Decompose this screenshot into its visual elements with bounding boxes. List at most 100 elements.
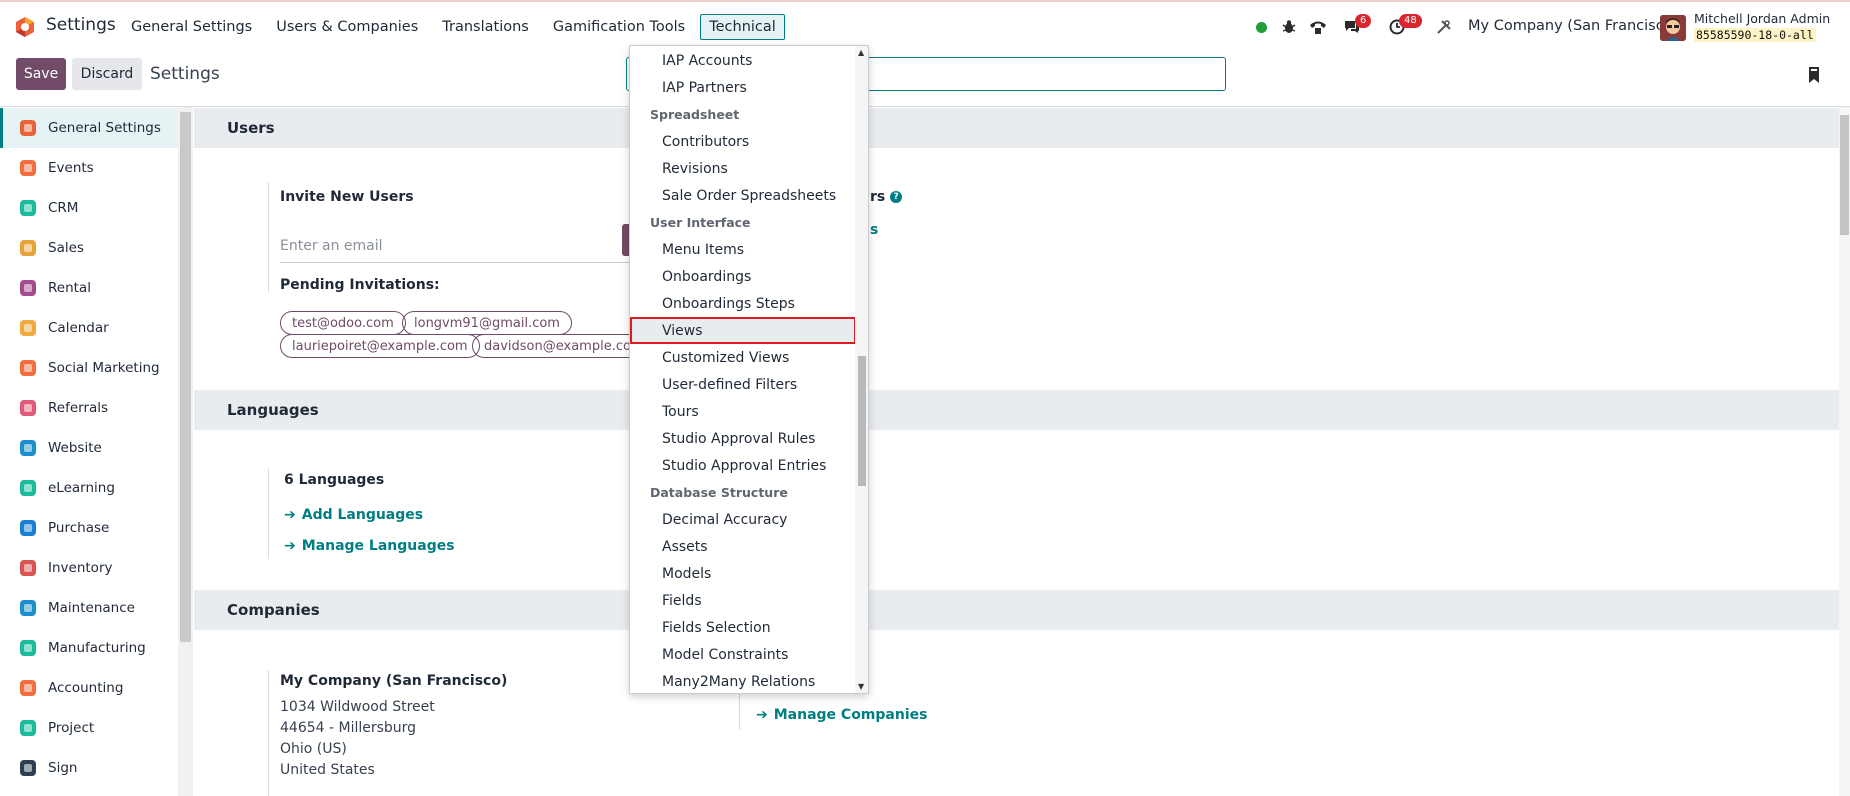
sidebar-item-calendar[interactable]: Calendar <box>0 308 180 348</box>
main-scrollbar-thumb[interactable] <box>1840 115 1849 235</box>
pending-invitations-label: Pending Invitations: <box>280 277 440 293</box>
sidebar-item-sign[interactable]: Sign <box>0 748 180 788</box>
manage-languages-link[interactable]: ➔ Manage Languages <box>284 538 455 554</box>
elearning-icon <box>18 478 38 498</box>
dropdown-item-model-constraints[interactable]: Model Constraints <box>630 641 856 668</box>
dropdown-item-iap-accounts[interactable]: IAP Accounts <box>630 47 856 74</box>
presence-status-icon[interactable] <box>1256 22 1267 33</box>
inventory-icon <box>18 558 38 578</box>
invitation-tag[interactable]: longvm91@gmail.com <box>402 311 572 335</box>
sidebar-item-sales[interactable]: Sales <box>0 228 180 268</box>
dropdown-item-tours[interactable]: Tours <box>630 398 856 425</box>
menu-general-settings[interactable]: General Settings <box>122 14 261 40</box>
dropdown-scrollbar-thumb[interactable] <box>858 356 866 486</box>
arrow-right-icon: ➔ <box>284 507 296 523</box>
help-icon[interactable]: ? <box>890 191 903 203</box>
dropdown-item-decimal-accuracy[interactable]: Decimal Accuracy <box>630 506 856 533</box>
section-header-companies: Companies <box>194 590 1839 630</box>
sidebar-item-general-settings[interactable]: General Settings <box>0 108 180 148</box>
sidebar-item-accounting[interactable]: Accounting <box>0 668 180 708</box>
sidebar-item-social-marketing[interactable]: Social Marketing <box>0 348 180 388</box>
dropdown-item-studio-approval-rules[interactable]: Studio Approval Rules <box>630 425 856 452</box>
dropdown-item-contributors[interactable]: Contributors <box>630 128 856 155</box>
dropdown-group-spreadsheet: Spreadsheet <box>650 107 740 122</box>
activity-badge: 48 <box>1399 14 1422 28</box>
sidebar-item-crm[interactable]: CRM <box>0 188 180 228</box>
menu-gamification-tools[interactable]: Gamification Tools <box>544 14 694 40</box>
dropdown-item-fields[interactable]: Fields <box>630 587 856 614</box>
dropdown-item-onboardings[interactable]: Onboardings <box>630 263 856 290</box>
sidebar-scrollbar-thumb[interactable] <box>180 112 191 642</box>
sidebar-item-project[interactable]: Project <box>0 708 180 748</box>
scroll-up-icon[interactable]: ▲ <box>858 48 864 57</box>
dropdown-item-studio-approval-entries[interactable]: Studio Approval Entries <box>630 452 856 479</box>
sidebar-item-maintenance[interactable]: Maintenance <box>0 588 180 628</box>
accounting-icon <box>18 678 38 698</box>
crm-icon <box>18 198 38 218</box>
sidebar-item-label: Calendar <box>48 320 109 336</box>
add-languages-label: Add Languages <box>301 507 424 523</box>
menu-technical[interactable]: Technical <box>700 14 785 40</box>
main-navbar: Settings General Settings Users & Compan… <box>0 2 1850 52</box>
company-switcher[interactable]: My Company (San Francisco) <box>1468 18 1678 34</box>
sidebar-item-elearning[interactable]: eLearning <box>0 468 180 508</box>
bug-icon[interactable] <box>1278 16 1300 38</box>
dropdown-item-menu-items[interactable]: Menu Items <box>630 236 856 263</box>
sidebar-item-label: Project <box>48 720 95 736</box>
sidebar-item-rental[interactable]: Rental <box>0 268 180 308</box>
menu-translations[interactable]: Translations <box>433 14 538 40</box>
sidebar-item-manufacturing[interactable]: Manufacturing <box>0 628 180 668</box>
page-title: Settings <box>150 64 220 84</box>
manage-languages-label: Manage Languages <box>301 538 455 554</box>
dropdown-item-assets[interactable]: Assets <box>630 533 856 560</box>
bookmark-icon[interactable] <box>1807 66 1821 84</box>
sidebar-item-label: Events <box>48 160 94 176</box>
settings-icon <box>18 118 38 138</box>
app-name[interactable]: Settings <box>46 15 116 35</box>
save-button[interactable]: Save <box>16 58 66 90</box>
sidebar-item-label: Rental <box>48 280 91 296</box>
invite-email-input[interactable]: Enter an email <box>280 235 632 263</box>
dropdown-item-models[interactable]: Models <box>630 560 856 587</box>
dropdown-item-views[interactable]: Views <box>630 317 856 344</box>
phone-icon[interactable] <box>1307 16 1329 38</box>
section-header-users: Users <box>194 108 1839 148</box>
sidebar-item-label: Referrals <box>48 400 109 416</box>
manage-users-link-fragment[interactable]: s <box>870 222 878 238</box>
sidebar-item-events[interactable]: Events <box>0 148 180 188</box>
dropdown-item-revisions[interactable]: Revisions <box>630 155 856 182</box>
dropdown-item-iap-partners[interactable]: IAP Partners <box>630 74 856 101</box>
dropdown-item-fields-selection[interactable]: Fields Selection <box>630 614 856 641</box>
manage-companies-link[interactable]: ➔ Manage Companies <box>756 707 927 723</box>
odoo-logo-icon[interactable] <box>14 16 36 38</box>
invite-users-label: Invite New Users <box>280 189 414 205</box>
menu-users-companies[interactable]: Users & Companies <box>267 14 427 40</box>
user-name[interactable]: Mitchell Jordan Admin <box>1694 11 1830 26</box>
sidebar-item-referrals[interactable]: Referrals <box>0 388 180 428</box>
discard-button[interactable]: Discard <box>72 58 142 90</box>
chat-badge: 6 <box>1355 14 1372 28</box>
dropdown-item-many2many-relations[interactable]: Many2Many Relations <box>630 668 856 693</box>
dropdown-item-onboardings-steps[interactable]: Onboardings Steps <box>630 290 856 317</box>
sidebar-item-label: Manufacturing <box>48 640 146 656</box>
manufacturing-icon <box>18 638 38 658</box>
rental-icon <box>18 278 38 298</box>
tools-icon[interactable] <box>1433 16 1455 38</box>
section-header-languages: Languages <box>194 390 1839 430</box>
invitation-tag[interactable]: test@odoo.com <box>280 311 406 335</box>
dropdown-item-sale-order-spreadsheets[interactable]: Sale Order Spreadsheets <box>630 182 856 209</box>
dropdown-item-customized-views[interactable]: Customized Views <box>630 344 856 371</box>
dropdown-item-user-defined-filters[interactable]: User-defined Filters <box>630 371 856 398</box>
invitation-tag[interactable]: lauriepoiret@example.com <box>280 334 480 358</box>
add-languages-link[interactable]: ➔ Add Languages <box>284 507 423 523</box>
dropdown-group-user-interface: User Interface <box>650 215 751 230</box>
sidebar-item-website[interactable]: Website <box>0 428 180 468</box>
scroll-down-icon[interactable]: ▼ <box>858 682 864 691</box>
sidebar-item-purchase[interactable]: Purchase <box>0 508 180 548</box>
sidebar-item-inventory[interactable]: Inventory <box>0 548 180 588</box>
user-avatar[interactable] <box>1660 15 1686 41</box>
referrals-icon <box>18 398 38 418</box>
sidebar-item-label: CRM <box>48 200 79 216</box>
sales-icon <box>18 238 38 258</box>
sidebar-item-label: Sales <box>48 240 84 256</box>
